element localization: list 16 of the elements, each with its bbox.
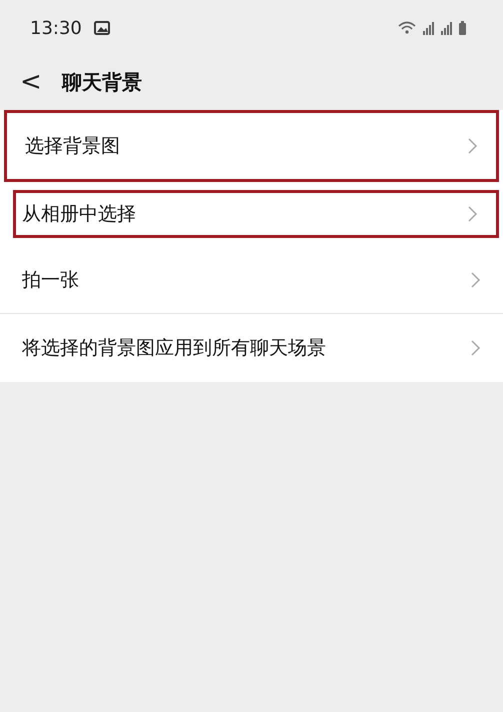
status-time: 13:30 <box>30 18 82 38</box>
back-button[interactable]: < <box>14 67 48 97</box>
chevron-icon <box>468 206 478 222</box>
page-title: 聊天背景 <box>62 68 142 96</box>
list-item[interactable]: 选择背景图 <box>4 110 499 182</box>
signal-icon <box>441 22 452 35</box>
battery-icon <box>459 21 466 35</box>
list-item[interactable]: 拍一张 <box>0 246 503 314</box>
list-item[interactable]: 从相册中选择 <box>13 190 499 238</box>
chevron-icon <box>468 138 478 154</box>
signal-icon <box>423 22 434 35</box>
chevron-icon <box>471 340 481 356</box>
wifi-icon <box>398 22 416 34</box>
chevron-icon <box>471 272 481 288</box>
list-item[interactable]: 将选择的背景图应用到所有聊天场景 <box>0 314 503 382</box>
image-icon <box>94 21 110 35</box>
